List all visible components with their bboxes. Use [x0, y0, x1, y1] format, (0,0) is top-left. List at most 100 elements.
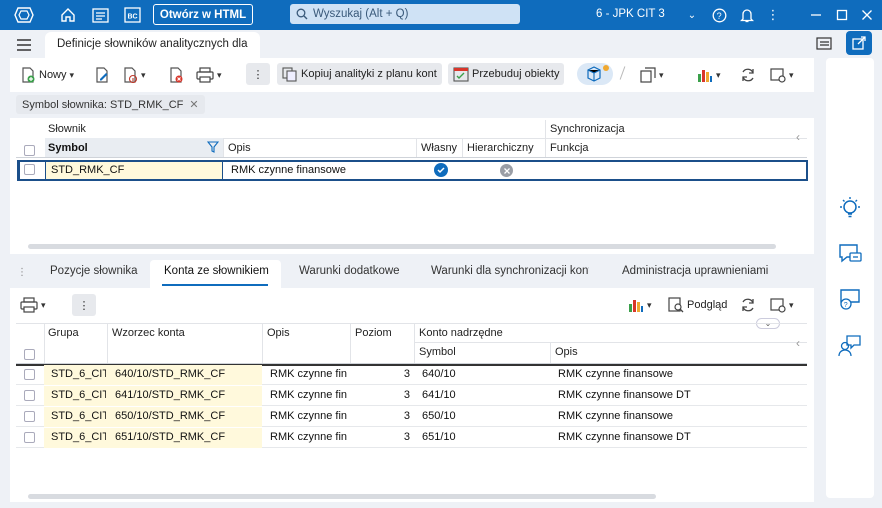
row-checkbox[interactable] [24, 164, 35, 175]
row-checkbox[interactable] [24, 390, 35, 401]
app-logo-icon[interactable] [14, 5, 34, 25]
filter-chip[interactable]: Symbol słownika: STD_RMK_CF ✕ [16, 95, 205, 114]
close-icon[interactable]: ✕ [189, 98, 198, 111]
external-open-icon[interactable] [846, 31, 872, 55]
help-chat-icon[interactable]: ? [836, 286, 864, 314]
chevron-left-icon[interactable]: ‹ [796, 336, 800, 350]
maximize-icon[interactable] [832, 5, 852, 25]
tab-administracja-uprawnieniami[interactable]: Administracja uprawnieniami [622, 265, 770, 277]
view-settings-button[interactable]: ▾ [770, 64, 794, 86]
tab-konta-ze-slownikiem[interactable]: Konta ze słownikiem [164, 265, 269, 277]
row-poziom: 3 [403, 389, 410, 401]
row-checkbox[interactable] [24, 432, 35, 443]
column-header-opis-nadrzedne[interactable]: Opis [555, 346, 578, 358]
filter-icon[interactable] [207, 141, 219, 153]
panel-list-icon[interactable] [816, 36, 832, 50]
details-button[interactable]: ▾ [122, 64, 146, 86]
bar-chart-icon [628, 297, 644, 313]
bc-icon[interactable]: BC [122, 5, 142, 25]
refresh-button[interactable] [740, 64, 756, 86]
chart-button[interactable]: ▾ [697, 64, 721, 86]
lower-more-actions-button[interactable]: ⋮ [72, 294, 96, 316]
refresh-icon [740, 67, 756, 83]
row-wzorzec: 641/10/STD_RMK_CF [115, 389, 226, 401]
row-grupa: STD_6_CIT [51, 389, 106, 401]
column-header-wlasny[interactable]: Własny [421, 142, 457, 154]
column-header-wzorzec[interactable]: Wzorzec konta [112, 327, 185, 339]
select-all-checkbox[interactable] [24, 349, 35, 360]
lower-refresh-button[interactable] [740, 294, 756, 316]
minimize-icon[interactable] [806, 5, 826, 25]
lightbulb-icon[interactable] [836, 194, 864, 222]
home-icon[interactable] [58, 5, 78, 25]
svg-text:BC: BC [127, 14, 137, 21]
row-opis-nadrzedne: RMK czynne finansowe [558, 410, 673, 422]
chat-icon[interactable] [836, 240, 864, 268]
search-input[interactable]: Wyszukaj (Alt + Q) [290, 4, 520, 24]
row-checkbox[interactable] [24, 369, 35, 380]
row-opis-nadrzedne: RMK czynne finansowe DT [558, 431, 691, 443]
bell-icon[interactable] [737, 5, 757, 25]
settings-icon [770, 297, 786, 313]
tab-dictionary-definitions[interactable]: Definicje słowników analitycznych dla [45, 32, 260, 58]
column-header-symbol[interactable]: Symbol [419, 346, 456, 358]
tab-warunki-dodatkowe[interactable]: Warunki dodatkowe [299, 265, 400, 277]
column-header-poziom[interactable]: Poziom [355, 327, 392, 339]
grid-divider [16, 323, 807, 324]
more-actions-button[interactable]: ⋮ [246, 63, 270, 85]
cube-toggle-button[interactable] [577, 63, 613, 85]
grid-divider [545, 120, 546, 157]
drag-handle-icon[interactable]: ⋮ [17, 267, 27, 278]
active-tab-indicator [162, 284, 268, 286]
tab-pozycje-slownika[interactable]: Pozycje słownika [50, 265, 138, 277]
tab-warunki-synchronizacji[interactable]: Warunki dla synchronizacji kont [431, 265, 589, 277]
row-checkbox[interactable] [24, 411, 35, 422]
new-button-label: Nowy [39, 69, 67, 81]
select-all-checkbox[interactable] [24, 145, 35, 156]
support-agent-icon[interactable] [836, 332, 864, 360]
column-header-opis[interactable]: Opis [267, 327, 290, 339]
help-icon[interactable]: ? [709, 5, 729, 25]
lower-chart-button[interactable]: ▾ [628, 294, 652, 316]
row-grupa: STD_6_CIT [51, 410, 106, 422]
horizontal-scrollbar[interactable] [28, 244, 776, 249]
chevron-left-icon[interactable]: ‹ [796, 130, 800, 144]
rebuild-objects-button[interactable]: Przebuduj obiekty [448, 63, 565, 85]
open-in-html-button[interactable]: Otwórz w HTML [153, 4, 253, 25]
chevron-down-icon[interactable]: ⌄ [682, 5, 702, 25]
row-opis: RMK czynne finansowe [231, 164, 346, 176]
company-selector[interactable]: 6 - JPK CIT 3 [596, 8, 665, 20]
rebuild-icon [453, 66, 469, 82]
layout-button[interactable]: ▾ [640, 64, 664, 86]
print-button[interactable]: ▾ [196, 64, 222, 86]
lower-view-settings-button[interactable]: ▾ [770, 294, 794, 316]
horizontal-scrollbar[interactable] [28, 494, 656, 499]
column-header-grupa[interactable]: Grupa [48, 327, 79, 339]
grid-divider [414, 323, 415, 363]
column-header-hierarchiczny[interactable]: Hierarchiczny [467, 142, 534, 154]
copy-analytics-button[interactable]: Kopiuj analityki z planu kont [277, 63, 442, 85]
column-header-funkcja[interactable]: Funkcja [550, 142, 589, 154]
more-vertical-icon[interactable]: ⋮ [763, 5, 783, 25]
printer-icon [196, 67, 214, 83]
new-button[interactable]: Nowy ▾ [20, 64, 74, 86]
search-placeholder: Wyszukaj (Alt + Q) [313, 8, 409, 20]
lower-print-button[interactable]: ▾ [20, 294, 46, 316]
chevron-down-icon: ▾ [69, 69, 75, 80]
svg-text:?: ? [844, 302, 848, 309]
title-bar: BC Otwórz w HTML Wyszukaj (Alt + Q) 6 - … [0, 0, 882, 30]
hamburger-menu-icon[interactable] [16, 38, 32, 52]
preview-button[interactable]: Podgląd [668, 294, 727, 316]
documents-icon[interactable] [90, 5, 110, 25]
row-poziom: 3 [403, 368, 410, 380]
row-opis: RMK czynne finansowe [270, 389, 347, 401]
row-symbol: 651/10 [422, 431, 456, 443]
edit-button[interactable] [94, 64, 110, 86]
delete-button[interactable] [168, 64, 184, 86]
close-icon[interactable] [857, 5, 877, 25]
column-header-opis[interactable]: Opis [228, 142, 251, 154]
copy-analytics-label: Kopiuj analityki z planu kont [301, 68, 437, 80]
delete-document-icon [168, 67, 184, 83]
notification-dot-icon [603, 65, 609, 71]
chevron-down-icon: ▾ [659, 69, 664, 80]
